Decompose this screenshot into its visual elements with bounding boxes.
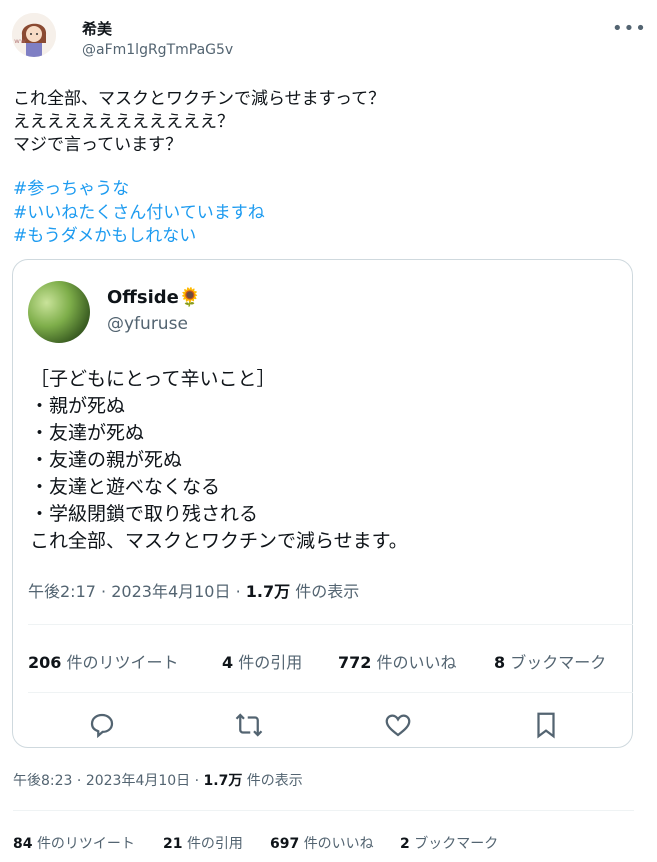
stat-label: ブックマーク <box>414 836 499 852</box>
stat-label: 件の引用 <box>186 836 243 852</box>
divider <box>13 810 634 811</box>
author-handle[interactable]: @aFm1lgRgTmPaG5v <box>82 42 233 58</box>
tweet-timestamp[interactable]: 午後8:23 · 2023年4月10日 · 1.7万 件の表示 <box>13 770 303 790</box>
separator: · <box>76 773 82 789</box>
stat-count: 206 <box>28 653 62 672</box>
quoted-author-handle[interactable]: @yfuruse <box>107 314 188 334</box>
divider <box>28 624 633 625</box>
quoted-bookmark-stat[interactable]: 8 ブックマーク <box>494 649 606 673</box>
more-icon[interactable]: ••• <box>612 18 647 39</box>
author-name[interactable]: 希美 <box>82 18 112 39</box>
stat-label: 件の引用 <box>238 653 303 672</box>
separator: · <box>194 773 200 789</box>
quoted-views-label: 件の表示 <box>295 582 360 601</box>
stat-count: 4 <box>222 653 234 672</box>
stat-count: 697 <box>270 836 300 852</box>
tweet-time[interactable]: 午後8:23 <box>13 773 72 789</box>
quoted-text-line: ［子どもにとって辛いこと］ <box>30 368 276 390</box>
stat-label: ブックマーク <box>510 653 607 672</box>
stat-count: 2 <box>400 836 410 852</box>
retweet-stat[interactable]: 84 件のリツイート <box>13 833 135 853</box>
tweet-views-label: 件の表示 <box>246 773 303 789</box>
quoted-avatar[interactable] <box>28 281 90 343</box>
bookmark-stat[interactable]: 2 ブックマーク <box>400 833 498 853</box>
quote-stat[interactable]: 21 件の引用 <box>163 833 243 853</box>
quoted-text-line: ・親が死ぬ <box>30 395 126 417</box>
like-icon[interactable] <box>383 710 413 740</box>
reply-icon[interactable] <box>87 710 117 740</box>
quoted-text-line: ・学級閉鎖で取り残される <box>30 503 259 525</box>
stat-count: 8 <box>494 653 506 672</box>
stat-count: 21 <box>163 836 183 852</box>
separator: · <box>101 582 107 601</box>
tweet-views-count: 1.7万 <box>203 773 243 789</box>
hashtag-link[interactable]: #もうダメかもしれない <box>13 225 196 248</box>
stat-count: 772 <box>338 653 372 672</box>
svg-text:ｗｗ: ｗｗ <box>14 38 26 45</box>
quoted-date[interactable]: 2023年4月10日 <box>111 582 230 601</box>
avatar[interactable]: ｗｗ <box>12 13 56 57</box>
quoted-like-stat[interactable]: 772 件のいいね <box>338 649 457 673</box>
quoted-views-count: 1.7万 <box>245 582 291 601</box>
stat-label: 件のいいね <box>376 653 457 672</box>
bookmark-icon[interactable] <box>531 710 561 740</box>
quoted-timestamp[interactable]: 午後2:17 · 2023年4月10日 · 1.7万 件の表示 <box>28 578 359 602</box>
quoted-text-line: これ全部、マスクとワクチンで減らせます。 <box>30 530 408 552</box>
quoted-text-line: ・友達と遊べなくなる <box>30 476 221 498</box>
stat-label: 件のいいね <box>303 836 374 852</box>
stat-count: 84 <box>13 836 33 852</box>
like-stat[interactable]: 697 件のいいね <box>270 833 374 853</box>
stat-label: 件のリツイート <box>66 653 179 672</box>
quoted-text-line: ・友達が死ぬ <box>30 422 145 444</box>
hashtag-link[interactable]: #参っちゃうな <box>13 178 129 201</box>
separator: · <box>235 582 241 601</box>
stat-label: 件のリツイート <box>36 836 135 852</box>
tweet-date[interactable]: 2023年4月10日 <box>86 773 190 789</box>
quoted-retweet-stat[interactable]: 206 件のリツイート <box>28 649 179 673</box>
tweet-text-line: ええええええええええええ？ <box>13 112 234 132</box>
quoted-author-name[interactable]: Offside🌻 <box>107 287 201 308</box>
quoted-text-line: ・友達の親が死ぬ <box>30 449 183 471</box>
tweet-text-line: マジで言っています？ <box>13 135 183 155</box>
hashtag-link[interactable]: #いいねたくさん付いていますね <box>13 202 265 225</box>
quoted-time[interactable]: 午後2:17 <box>28 582 96 601</box>
divider <box>28 692 633 693</box>
tweet-text-line: これ全部、マスクとワクチンで減らせますって？ <box>13 89 386 109</box>
retweet-icon[interactable] <box>234 710 264 740</box>
quoted-quote-stat[interactable]: 4 件の引用 <box>222 649 302 673</box>
